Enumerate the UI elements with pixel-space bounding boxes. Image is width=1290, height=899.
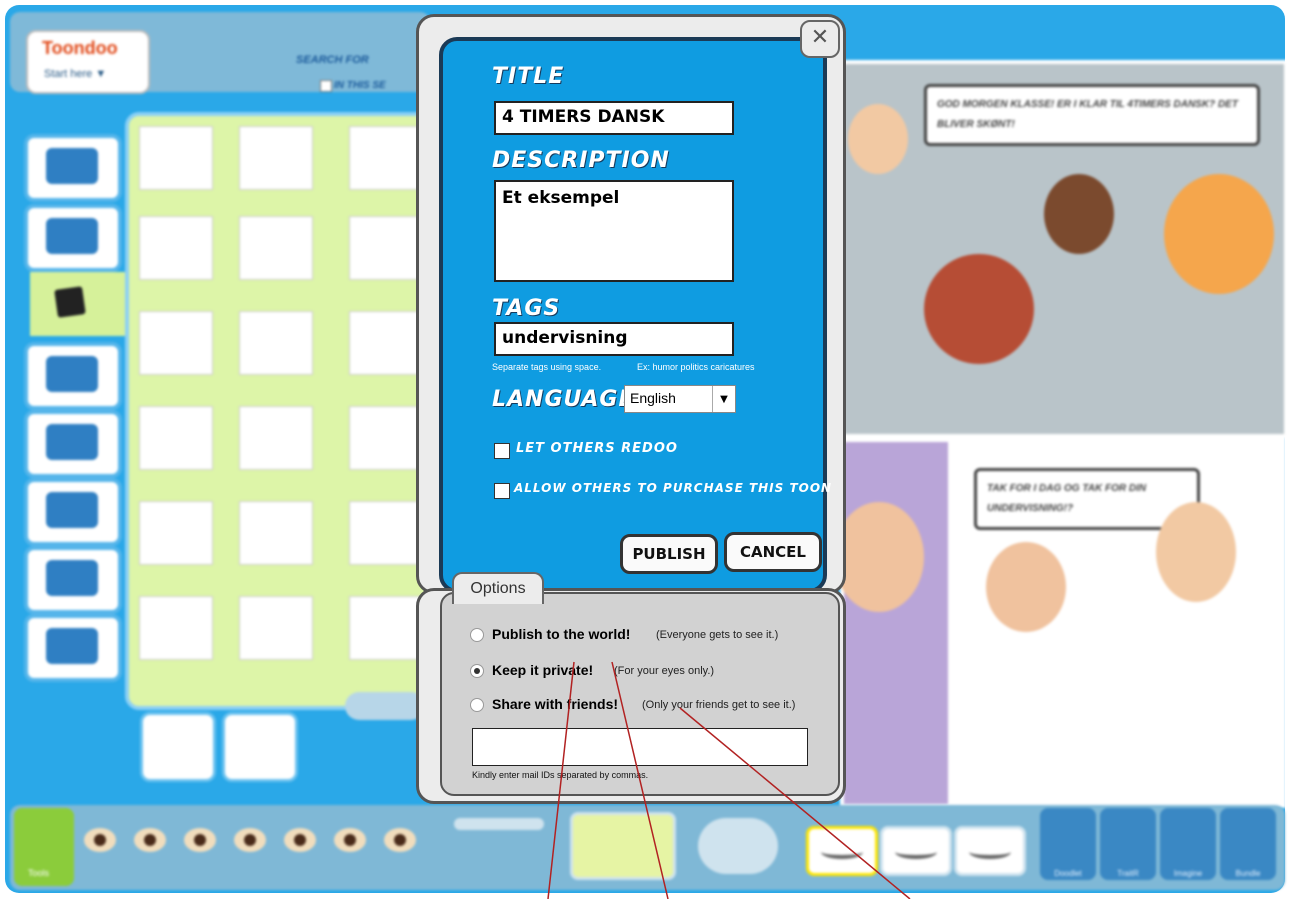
annotation-line: [611, 661, 669, 899]
annotation-lines: [547, 661, 911, 899]
annotation-line: [679, 707, 911, 899]
annotation-line: [547, 661, 575, 899]
